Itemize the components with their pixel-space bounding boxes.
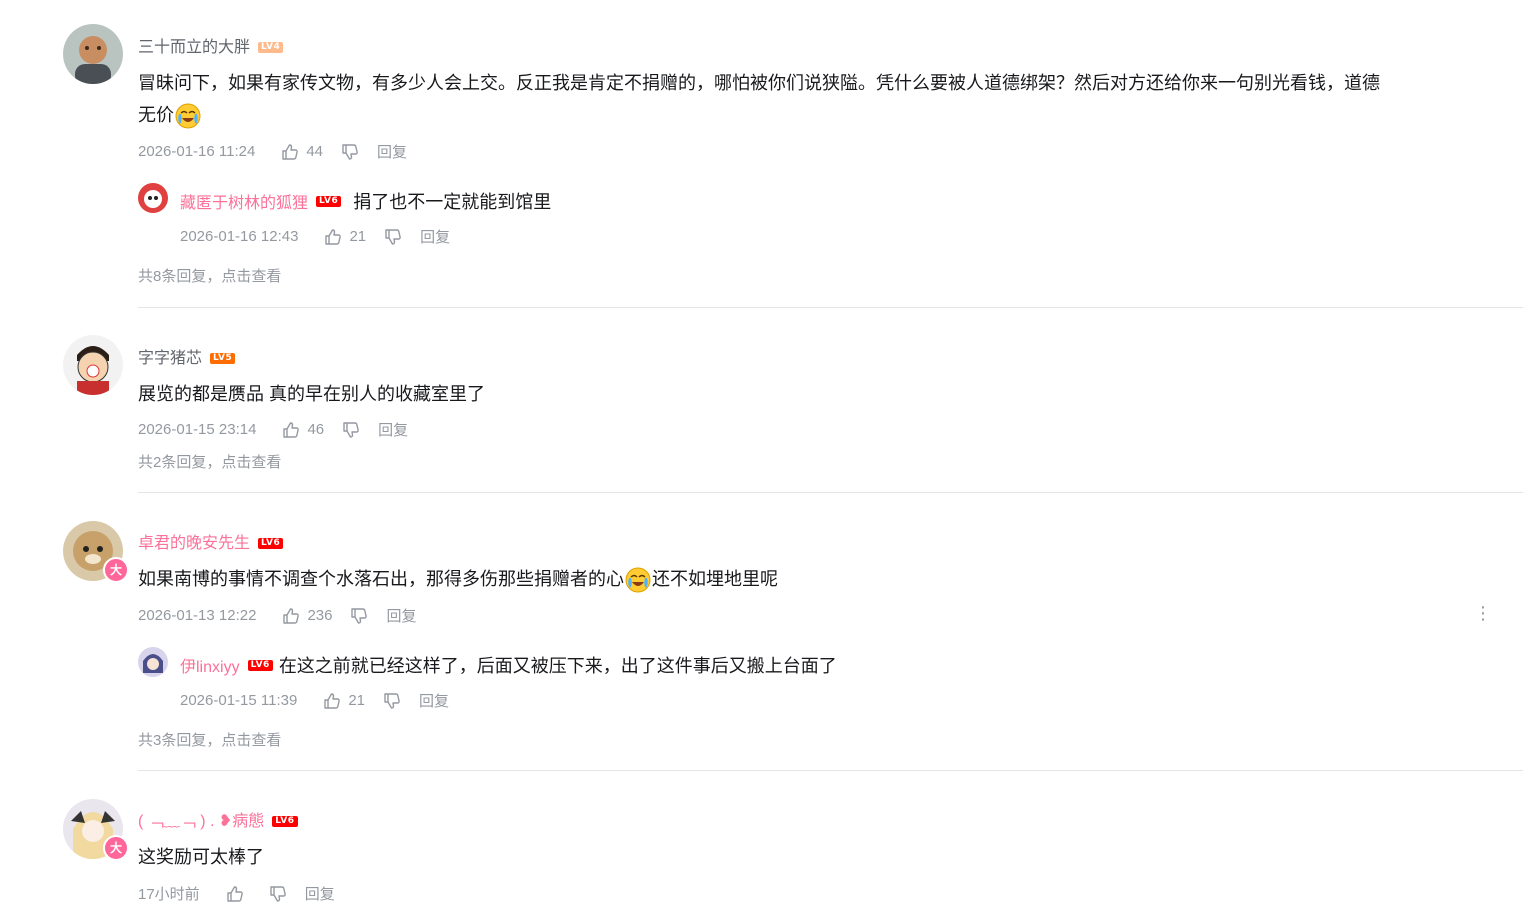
view-more-replies[interactable]: 共8条回复，点击查看	[138, 265, 281, 286]
like-button[interactable]	[226, 885, 251, 903]
timestamp: 17小时前	[138, 886, 200, 903]
username[interactable]: 伊linxiyy	[180, 653, 240, 677]
thumbs-down-icon	[350, 607, 368, 625]
thumbs-down-icon	[384, 228, 402, 246]
level-badge: LV4	[258, 42, 284, 54]
view-more-replies[interactable]: 共2条回复，点击查看	[138, 451, 281, 472]
like-count: 21	[348, 692, 366, 709]
thumbs-up-icon	[282, 421, 300, 439]
username[interactable]: 卓君的晚安先生 LV6	[138, 529, 284, 553]
dislike-button[interactable]	[384, 228, 402, 246]
reply-text: 在这之前就已经这样了，后面又被压下来，出了这件事后又搬上台面了	[278, 656, 837, 676]
thumbs-up-icon	[324, 228, 342, 246]
like-button[interactable]: 236	[282, 607, 332, 625]
like-count: 46	[307, 421, 325, 438]
avatar[interactable]	[138, 183, 168, 213]
comment-text: 展览的都是赝品 真的早在别人的收藏室里了	[138, 384, 485, 404]
crying-laugh-emoji	[175, 103, 201, 129]
username[interactable]: ( ﹁﹏﹁ ) . ❥病態 LV6	[138, 807, 298, 831]
dislike-button[interactable]	[341, 143, 359, 161]
more-vertical-icon[interactable]: ⋮	[1474, 603, 1492, 624]
thumbs-down-icon	[269, 885, 287, 903]
reply-button[interactable]: 回复	[377, 141, 407, 162]
avatar[interactable]	[138, 647, 168, 677]
like-count: 236	[307, 607, 333, 624]
reply-button[interactable]: 回复	[386, 605, 416, 626]
reply-text: 捐了也不一定就能到馆里	[353, 192, 552, 212]
dislike-button[interactable]	[342, 421, 360, 439]
view-more-replies[interactable]: 共3条回复，点击查看	[138, 729, 281, 750]
like-button[interactable]: 21	[323, 692, 365, 710]
timestamp: 2026-01-16 11:24	[138, 143, 256, 160]
like-button[interactable]: 44	[281, 143, 323, 161]
like-button[interactable]: 46	[282, 421, 324, 439]
comment-text: 这奖励可太棒了	[138, 847, 264, 867]
timestamp: 2026-01-15 11:39	[180, 692, 298, 709]
avatar[interactable]	[63, 335, 123, 395]
username[interactable]: 字字猪芯 LV5	[138, 344, 236, 368]
thumbs-down-icon	[383, 692, 401, 710]
level-badge: LV6	[258, 538, 284, 550]
vip-badge: 大	[103, 835, 129, 861]
reply-meta: 2026-01-15 11:39 21 回复	[180, 690, 449, 711]
level-badge: LV6	[272, 816, 298, 828]
comment-meta: 2026-01-16 11:24 44 回复	[138, 141, 407, 162]
timestamp: 2026-01-15 23:14	[138, 421, 257, 438]
dislike-button[interactable]	[269, 885, 287, 903]
sub-reply: 伊linxiyy LV6 在这之前就已经这样了，后面又被压下来，出了这件事后又搬上…	[180, 652, 837, 678]
like-count: 21	[349, 228, 367, 245]
level-badge: LV6	[247, 659, 273, 671]
reply-button[interactable]: 回复	[420, 226, 450, 247]
thumbs-up-icon	[282, 607, 300, 625]
avatar[interactable]	[63, 24, 123, 84]
like-count: 44	[306, 143, 324, 160]
reply-button[interactable]: 回复	[419, 690, 449, 711]
thumbs-up-icon	[323, 692, 341, 710]
thumbs-up-icon	[226, 885, 244, 903]
sub-reply: 藏匿于树林的狐狸 LV6 捐了也不一定就能到馆里	[180, 188, 551, 214]
username[interactable]: 藏匿于树林的狐狸	[180, 189, 308, 213]
timestamp: 2026-01-13 12:22	[138, 607, 257, 624]
like-button[interactable]: 21	[324, 228, 366, 246]
reply-button[interactable]: 回复	[378, 419, 408, 440]
divider	[138, 492, 1523, 493]
comment-meta: 2026-01-13 12:22 236 回复	[138, 605, 416, 626]
thumbs-up-icon	[281, 143, 299, 161]
thumbs-down-icon	[342, 421, 360, 439]
timestamp: 2026-01-16 12:43	[180, 228, 299, 245]
reply-button[interactable]: 回复	[305, 883, 335, 904]
comment-text: 如果南博的事情不调查个水落石出，那得多伤那些捐赠者的心 还不如埋地里呢	[138, 563, 1523, 595]
level-badge: LV6	[316, 195, 342, 207]
dislike-button[interactable]	[350, 607, 368, 625]
username[interactable]: 三十而立的大胖 LV4	[138, 33, 284, 57]
reply-meta: 2026-01-16 12:43 21 回复	[180, 226, 450, 247]
thumbs-down-icon	[341, 143, 359, 161]
comment-meta: 17小时前 回复	[138, 883, 335, 904]
dislike-button[interactable]	[383, 692, 401, 710]
crying-laugh-emoji	[625, 567, 651, 593]
comment-text: 冒昧问下，如果有家传文物，有多少人会上交。反正我是肯定不捐赠的，哪怕被你们说狭隘…	[138, 67, 1523, 131]
divider	[138, 770, 1523, 771]
level-badge: LV5	[210, 353, 236, 365]
comment-meta: 2026-01-15 23:14 46 回复	[138, 419, 408, 440]
divider	[138, 307, 1523, 308]
vip-badge: 大	[103, 557, 129, 583]
